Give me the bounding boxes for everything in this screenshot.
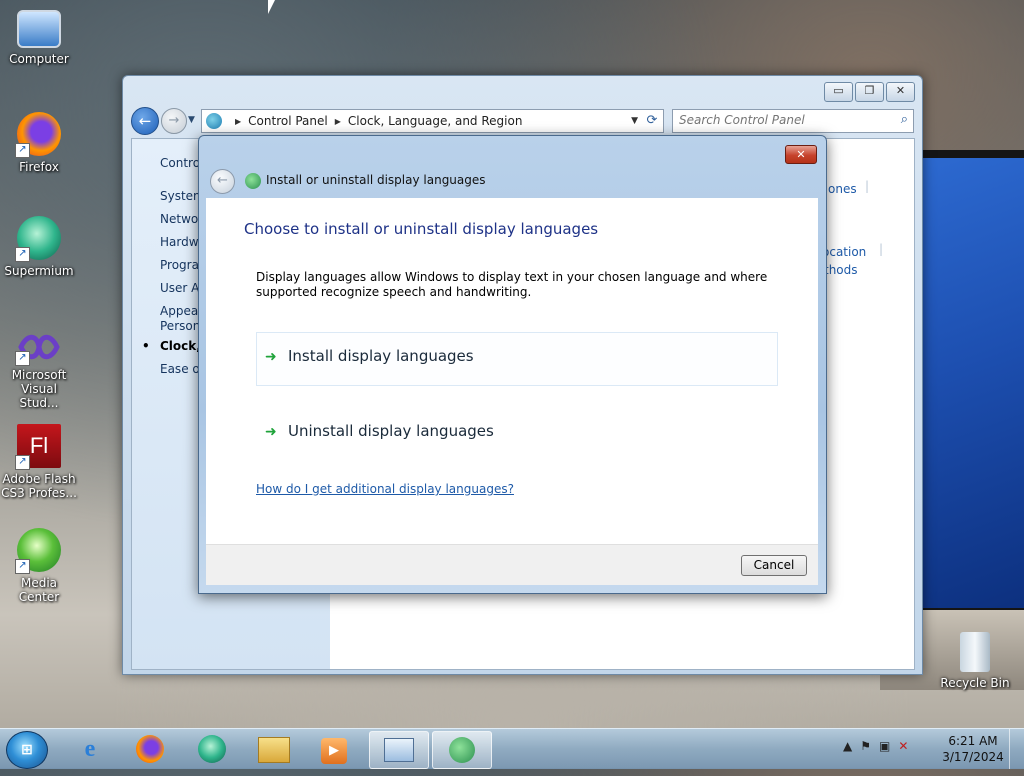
dialog-description: Display languages allow Windows to displ… bbox=[256, 270, 768, 299]
clock-date: 3/17/2024 bbox=[942, 750, 1004, 764]
green-arrow-icon: ➜ bbox=[265, 349, 277, 365]
link-separator: | bbox=[865, 179, 870, 193]
recycle-bin-icon bbox=[960, 632, 990, 672]
taskbar-display-languages[interactable] bbox=[432, 731, 492, 769]
option-label: Install display languages bbox=[288, 347, 474, 365]
language-globe-icon bbox=[245, 173, 261, 189]
adobe-flash-icon: Fl ↗ bbox=[15, 424, 61, 470]
show-hidden-icons-icon[interactable]: ▲ bbox=[843, 739, 852, 753]
visual-studio-icon: ↗ bbox=[15, 330, 61, 366]
search-icon[interactable]: ⌕ bbox=[901, 112, 908, 127]
link-separator: | bbox=[879, 242, 884, 256]
network-icon[interactable]: ▣ bbox=[879, 739, 890, 753]
desktop-icon-label: Microsoft Visual Stud... bbox=[11, 368, 67, 410]
taskbar-firefox[interactable] bbox=[122, 731, 178, 767]
desktop-icon-label: Recycle Bin bbox=[940, 676, 1010, 690]
left-nav-appearance[interactable]: Appear bbox=[160, 304, 203, 318]
taskbar-file-explorer[interactable] bbox=[246, 731, 302, 767]
desktop-icon-label: Supermium bbox=[4, 264, 74, 278]
firefox-icon bbox=[136, 735, 164, 763]
desktop-icon-label: Computer bbox=[9, 52, 69, 66]
uninstall-display-languages-option[interactable]: ➜ Uninstall display languages bbox=[256, 407, 778, 461]
address-bar[interactable]: ▶ Control Panel ▶ Clock, Language, and R… bbox=[201, 109, 643, 133]
link-change-location[interactable]: ocation bbox=[822, 245, 866, 259]
breadcrumb-separator-icon: ▶ bbox=[235, 116, 242, 126]
link-input-methods[interactable]: thods bbox=[824, 263, 858, 277]
forward-button[interactable]: → bbox=[161, 108, 187, 134]
recent-pages-dropdown[interactable]: ▼ bbox=[188, 111, 198, 129]
shortcut-arrow-icon: ↗ bbox=[15, 559, 30, 574]
breadcrumb-separator-icon: ▶ bbox=[334, 116, 341, 126]
desktop-icon-visual-studio[interactable]: ↗ Microsoft Visual Stud... bbox=[0, 330, 78, 410]
green-arrow-icon: ➜ bbox=[265, 424, 277, 440]
shortcut-arrow-icon: ↗ bbox=[15, 455, 30, 470]
clock-time: 6:21 AM bbox=[948, 734, 998, 748]
notification-area: ▲ ⚑ ▣ ✕ bbox=[843, 739, 908, 753]
supermium-icon bbox=[198, 735, 226, 763]
shortcut-arrow-icon: ↗ bbox=[15, 247, 30, 262]
cancel-button[interactable]: Cancel bbox=[741, 555, 807, 576]
dialog-title: Install or uninstall display languages bbox=[266, 173, 486, 187]
taskbar-control-panel[interactable] bbox=[369, 731, 429, 769]
action-center-flag-icon[interactable]: ⚑ bbox=[860, 739, 871, 753]
taskbar: ⊞ e ▶ ▲ ⚑ ▣ ✕ 6:21 AM 3/17/2024 bbox=[0, 728, 1024, 769]
dialog-content: Choose to install or uninstall display l… bbox=[206, 198, 818, 544]
link-time-zones[interactable]: ones bbox=[828, 182, 857, 196]
refresh-button[interactable]: ⟳ bbox=[641, 109, 664, 133]
option-label: Uninstall display languages bbox=[288, 422, 494, 440]
desktop-icon-recycle-bin[interactable]: Recycle Bin bbox=[936, 632, 1014, 690]
left-nav-network[interactable]: Networ bbox=[160, 212, 203, 226]
taskbar-internet-explorer[interactable]: e bbox=[62, 731, 118, 767]
dialog-footer: Cancel bbox=[206, 544, 818, 585]
back-button[interactable]: ← bbox=[131, 107, 159, 135]
taskbar-supermium[interactable] bbox=[184, 731, 240, 767]
display-languages-dialog: ✕ ← Install or uninstall display languag… bbox=[198, 135, 827, 594]
show-desktop-button[interactable] bbox=[1009, 729, 1024, 769]
desktop-icon-firefox[interactable]: ↗ Firefox bbox=[0, 112, 78, 174]
taskbar-media-player[interactable]: ▶ bbox=[306, 731, 362, 767]
shortcut-arrow-icon: ↗ bbox=[15, 351, 30, 366]
folder-icon bbox=[258, 737, 290, 763]
navigation-bar: ← → ▼ ▶ Control Panel ▶ Clock, Language,… bbox=[131, 107, 914, 135]
left-nav-control-panel-home[interactable]: Control bbox=[160, 156, 203, 170]
install-display-languages-option[interactable]: ➜ Install display languages bbox=[256, 332, 778, 386]
maximize-button[interactable]: ❐ bbox=[855, 82, 884, 102]
firefox-icon: ↗ bbox=[15, 112, 61, 158]
desktop-icon-adobe-flash[interactable]: Fl ↗ Adobe Flash CS3 Profes... bbox=[0, 424, 78, 500]
dialog-back-button[interactable]: ← bbox=[210, 169, 235, 194]
minimize-button[interactable]: ▭ bbox=[824, 82, 853, 102]
breadcrumb-control-panel[interactable]: Control Panel bbox=[248, 114, 328, 128]
supermium-icon: ↗ bbox=[15, 216, 61, 262]
left-nav-current-bullet: • bbox=[142, 339, 150, 353]
breadcrumb-clock-language-region[interactable]: Clock, Language, and Region bbox=[348, 114, 523, 128]
desktop-icon-label: Media Center bbox=[18, 576, 60, 604]
shortcut-arrow-icon: ↗ bbox=[15, 143, 30, 158]
left-nav-programs[interactable]: Progra bbox=[160, 258, 199, 272]
dialog-heading: Choose to install or uninstall display l… bbox=[244, 220, 599, 238]
language-globe-icon bbox=[449, 737, 475, 763]
mouse-cursor-icon bbox=[268, 0, 275, 14]
dialog-close-button[interactable]: ✕ bbox=[785, 145, 817, 164]
search-input[interactable] bbox=[673, 110, 895, 130]
computer-icon bbox=[17, 10, 61, 48]
desktop-icon-media-center[interactable]: ↗ Media Center bbox=[0, 528, 78, 604]
address-dropdown-icon[interactable]: ▼ bbox=[631, 116, 638, 126]
desktop-icon-computer[interactable]: Computer bbox=[0, 10, 78, 66]
window-caption-buttons: ▭ ❐ ✕ bbox=[824, 82, 915, 102]
start-button[interactable]: ⊞ bbox=[6, 731, 48, 769]
media-player-icon: ▶ bbox=[321, 738, 347, 764]
internet-explorer-icon: e bbox=[84, 736, 96, 762]
desktop-icon-label: Firefox bbox=[19, 160, 59, 174]
system-clock[interactable]: 6:21 AM 3/17/2024 bbox=[938, 733, 1008, 765]
desktop-icon-supermium[interactable]: ↗ Supermium bbox=[0, 216, 78, 278]
help-link[interactable]: How do I get additional display language… bbox=[256, 482, 514, 496]
close-button[interactable]: ✕ bbox=[886, 82, 915, 102]
control-panel-icon bbox=[206, 113, 222, 129]
volume-muted-icon[interactable]: ✕ bbox=[898, 739, 908, 753]
desktop-icon-label: Adobe Flash CS3 Profes... bbox=[1, 472, 77, 500]
search-box[interactable]: ⌕ bbox=[672, 109, 914, 133]
media-center-icon: ↗ bbox=[15, 528, 61, 574]
control-panel-icon bbox=[384, 738, 414, 762]
